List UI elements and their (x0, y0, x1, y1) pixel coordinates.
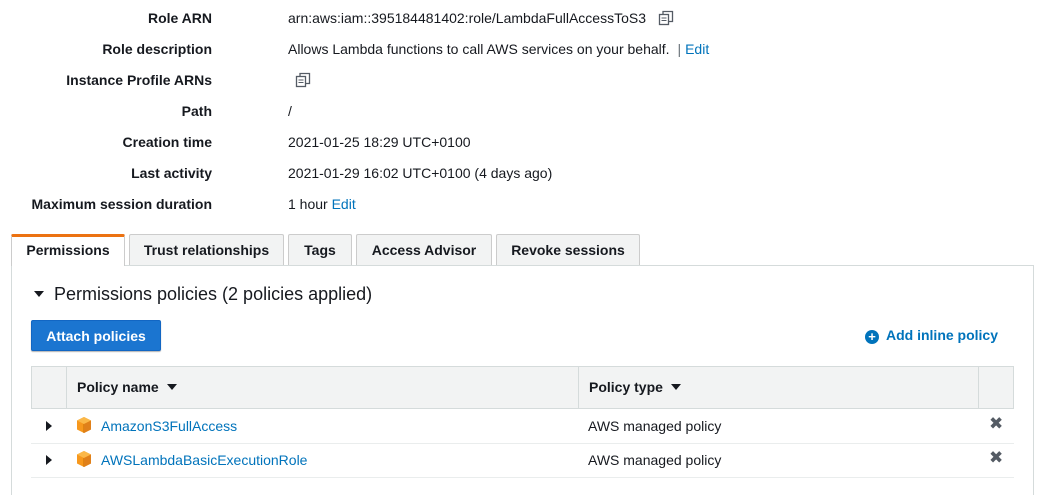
path-label: Path (181, 103, 212, 119)
tab-revoke-sessions[interactable]: Revoke sessions (496, 234, 640, 266)
max-session-duration-value: 1 hour Edit (288, 194, 356, 214)
copy-icon[interactable] (295, 72, 311, 88)
last-activity-value: 2021-01-29 16:02 UTC+0100 (4 days ago) (288, 165, 553, 181)
caret-down-icon (34, 291, 44, 297)
edit-description-link[interactable]: Edit (685, 41, 709, 57)
summary-row-last-activity: Last activity 2021-01-29 16:02 UTC+0100 … (0, 163, 1000, 183)
plus-circle-icon: + (865, 330, 879, 344)
section-title-text: Permissions policies (2 policies applied… (54, 284, 373, 304)
column-policy-name-label: Policy name (77, 379, 159, 395)
summary-row-instance-profile: Instance Profile ARNs (0, 70, 1000, 90)
add-inline-policy-label: Add inline policy (886, 327, 999, 343)
caret-right-icon[interactable] (46, 455, 52, 465)
sort-caret-icon (166, 384, 177, 390)
instance-profile-arns-label: Instance Profile ARNs (66, 72, 212, 88)
last-activity-label: Last activity (131, 165, 212, 181)
tab-trust-relationships[interactable]: Trust relationships (129, 234, 284, 266)
max-session-duration-label: Maximum session duration (31, 196, 212, 212)
table-row: AWSLambdaBasicExecutionRole AWS managed … (31, 443, 1014, 478)
edit-session-duration-link[interactable]: Edit (332, 196, 356, 212)
role-description-value: Allows Lambda functions to call AWS serv… (288, 39, 709, 59)
column-policy-name[interactable]: Policy name (66, 367, 578, 408)
separator: | (677, 41, 682, 57)
sort-caret-icon (670, 384, 681, 390)
copy-icon[interactable] (658, 10, 674, 26)
add-inline-policy-link[interactable]: + Add inline policy (865, 325, 998, 345)
creation-time-value: 2021-01-25 18:29 UTC+0100 (288, 134, 471, 150)
role-arn-text: arn:aws:iam::395184481402:role/LambdaFul… (288, 10, 646, 26)
table-header: Policy name Policy type (31, 366, 1014, 409)
policy-name-link[interactable]: AWSLambdaBasicExecutionRole (101, 451, 307, 469)
column-policy-type-label: Policy type (589, 379, 663, 395)
policy-type: AWS managed policy (588, 452, 722, 468)
tab-permissions[interactable]: Permissions (11, 234, 125, 266)
column-policy-type[interactable]: Policy type (578, 367, 978, 408)
permissions-policies-header[interactable]: Permissions policies (2 policies applied… (34, 283, 372, 305)
creation-time-label: Creation time (122, 134, 212, 150)
role-arn-value: arn:aws:iam::395184481402:role/LambdaFul… (288, 8, 674, 28)
path-value: / (288, 103, 292, 119)
role-arn-label: Role ARN (147, 10, 212, 26)
policy-cube-icon (77, 417, 91, 433)
policy-name-link[interactable]: AmazonS3FullAccess (101, 417, 237, 435)
tab-access-advisor[interactable]: Access Advisor (356, 234, 492, 266)
summary-row-max-session: Maximum session duration 1 hour Edit (0, 194, 1000, 214)
attach-policies-button[interactable]: Attach policies (31, 320, 161, 351)
summary-row-role-arn: Role ARN arn:aws:iam::395184481402:role/… (0, 8, 1000, 28)
policy-type: AWS managed policy (588, 418, 722, 434)
instance-profile-arns-value (283, 70, 311, 90)
summary-row-creation-time: Creation time 2021-01-25 18:29 UTC+0100 (0, 132, 1000, 152)
table-row: AmazonS3FullAccess AWS managed policy ✖ (31, 409, 1014, 444)
remove-x-icon[interactable]: ✖ (989, 415, 1003, 433)
max-session-duration-text: 1 hour (288, 196, 328, 212)
summary-row-role-description: Role description Allows Lambda functions… (0, 39, 1000, 59)
caret-right-icon[interactable] (46, 421, 52, 431)
role-description-text: Allows Lambda functions to call AWS serv… (288, 41, 670, 57)
policy-cube-icon (77, 451, 91, 467)
summary-row-path: Path / (0, 101, 1000, 121)
remove-x-icon[interactable]: ✖ (989, 449, 1003, 467)
tab-tags[interactable]: Tags (288, 234, 352, 266)
role-description-label: Role description (102, 41, 212, 57)
column-actions (978, 367, 1013, 408)
